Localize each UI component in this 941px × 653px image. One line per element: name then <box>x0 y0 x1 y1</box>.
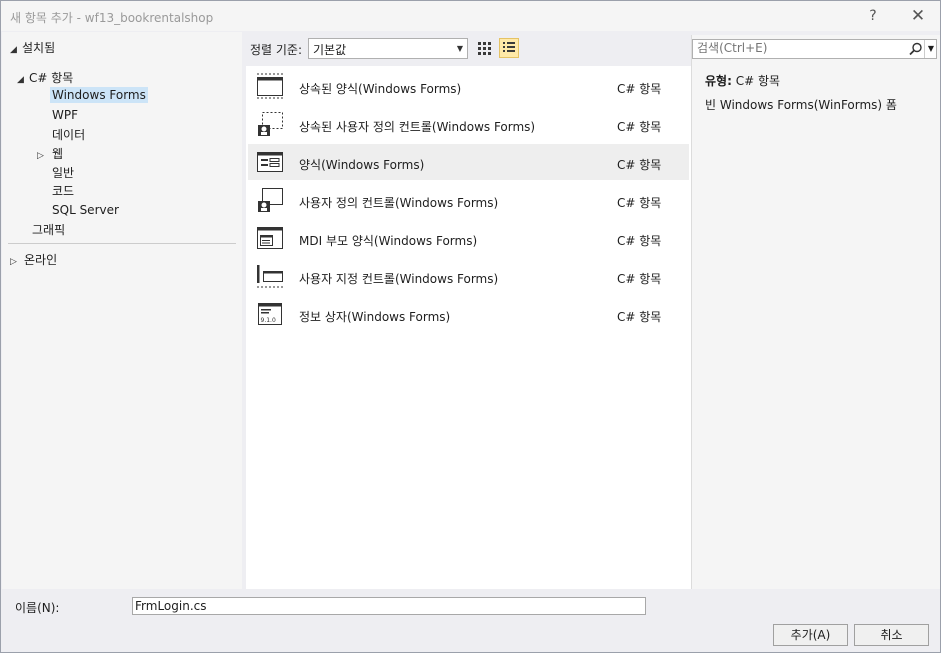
svg-text:9.1.0: 9.1.0 <box>261 317 276 324</box>
template-item-selected[interactable]: 양식(Windows Forms) C# 항목 <box>248 144 689 180</box>
list-view-button[interactable] <box>499 38 519 58</box>
list-view-icon <box>503 42 515 52</box>
template-item[interactable]: 사용자 지정 컨트롤(Windows Forms) C# 항목 <box>248 258 689 294</box>
custom-control-icon <box>257 265 283 288</box>
add-new-item-dialog: 새 항목 추가 - wf13_bookrentalshop ? ✕ ◢ 설치됨 ◢… <box>0 0 941 653</box>
tree-node-data[interactable]: 데이터 <box>52 126 85 143</box>
template-category: C# 항목 <box>617 120 662 134</box>
tree-node-windows-forms[interactable]: Windows Forms <box>50 87 148 103</box>
search-input[interactable] <box>695 40 909 56</box>
tree-node-csharp-items[interactable]: ◢ C# 항목 <box>17 69 73 86</box>
tree-label-installed: 설치됨 <box>22 41 56 55</box>
title-bar: 새 항목 추가 - wf13_bookrentalshop ? ✕ <box>1 1 940 31</box>
expand-down-icon[interactable]: ◢ <box>10 45 22 55</box>
grid-view-button[interactable] <box>474 38 494 58</box>
template-item[interactable]: 상속된 양식(Windows Forms) C# 항목 <box>248 68 689 104</box>
about-box-icon: 9.1.0 <box>258 303 282 325</box>
expand-right-icon[interactable]: ▷ <box>10 257 22 267</box>
name-label: 이름(N): <box>15 601 60 615</box>
template-item[interactable]: 상속된 사용자 정의 컨트롤(Windows Forms) C# 항목 <box>248 106 689 142</box>
expand-down-icon[interactable]: ◢ <box>17 75 29 85</box>
category-tree: ◢ 설치됨 ◢ C# 항목 Windows Forms WPF 데이터 ▷ 웹 일반 … <box>2 32 242 589</box>
search-icon[interactable] <box>909 42 923 56</box>
tree-label-web: 웹 <box>52 147 64 161</box>
close-button[interactable]: ✕ <box>903 5 933 27</box>
tree-node-sql-server[interactable]: SQL Server <box>52 203 119 217</box>
sort-dropdown[interactable]: 기본값 ▼ <box>308 38 468 59</box>
tree-node-graphics[interactable]: 그래픽 <box>32 221 65 238</box>
add-button[interactable]: 추가(A) <box>773 624 848 646</box>
chevron-down-icon[interactable]: ▼ <box>924 40 937 58</box>
template-item[interactable]: 9.1.0 정보 상자(Windows Forms) C# 항목 <box>248 296 689 332</box>
template-name: 양식(Windows Forms) <box>299 158 425 172</box>
template-description: 빈 Windows Forms(WinForms) 폼 <box>705 98 897 112</box>
tree-node-wpf[interactable]: WPF <box>52 108 78 122</box>
inherited-user-control-icon <box>258 112 283 136</box>
template-name: 상속된 양식(Windows Forms) <box>299 82 462 96</box>
grid-view-icon <box>478 42 491 55</box>
sort-value: 기본값 <box>313 43 347 57</box>
cancel-button[interactable]: 취소 <box>854 624 929 646</box>
tree-node-online[interactable]: ▷ 온라인 <box>10 251 57 268</box>
tree-node-general[interactable]: 일반 <box>52 164 74 181</box>
template-name: 정보 상자(Windows Forms) <box>299 310 451 324</box>
chevron-down-icon: ▼ <box>456 44 463 53</box>
tree-label-online: 온라인 <box>24 253 58 267</box>
type-value: C# 항목 <box>735 74 781 88</box>
footer: 이름(N): 추가(A) 취소 <box>2 591 940 652</box>
template-category: C# 항목 <box>617 234 662 248</box>
template-item[interactable]: MDI 부모 양식(Windows Forms) C# 항목 <box>248 220 689 256</box>
form-icon <box>257 152 283 172</box>
mdi-parent-form-icon <box>257 227 283 249</box>
help-button[interactable]: ? <box>858 5 888 27</box>
details-pane: ▼ 유형: C# 항목 빈 Windows Forms(WinForms) 폼 <box>691 35 940 589</box>
name-field[interactable] <box>132 597 646 615</box>
sort-toolbar: 정렬 기준: 기본값 ▼ <box>246 35 691 63</box>
tree-label-csharp-items: C# 항목 <box>29 71 74 85</box>
search-box: ▼ <box>692 39 937 59</box>
tree-node-web[interactable]: ▷ 웹 <box>37 145 63 162</box>
template-name: 상속된 사용자 정의 컨트롤(Windows Forms) <box>299 120 536 134</box>
template-category: C# 항목 <box>617 82 662 96</box>
template-list: 상속된 양식(Windows Forms) C# 항목 상속된 사용자 정의 컨… <box>246 66 691 589</box>
template-item[interactable]: 사용자 정의 컨트롤(Windows Forms) C# 항목 <box>248 182 689 218</box>
sort-label: 정렬 기준: <box>250 43 303 57</box>
tree-node-code[interactable]: 코드 <box>52 182 74 199</box>
template-name: 사용자 정의 컨트롤(Windows Forms) <box>299 196 499 210</box>
user-control-icon <box>258 188 283 212</box>
inherited-form-icon <box>257 73 283 99</box>
template-category: C# 항목 <box>617 310 662 324</box>
expand-right-icon[interactable]: ▷ <box>37 151 49 161</box>
type-info: 유형: C# 항목 <box>705 72 780 89</box>
template-name: MDI 부모 양식(Windows Forms) <box>299 234 478 248</box>
template-category: C# 항목 <box>617 272 662 286</box>
template-category: C# 항목 <box>617 158 662 172</box>
template-name: 사용자 지정 컨트롤(Windows Forms) <box>299 272 499 286</box>
template-category: C# 항목 <box>617 196 662 210</box>
tree-node-installed[interactable]: ◢ 설치됨 <box>10 39 55 56</box>
window-title: 새 항목 추가 - wf13_bookrentalshop <box>10 11 214 25</box>
tree-divider <box>8 243 236 244</box>
type-label: 유형: <box>705 74 732 88</box>
